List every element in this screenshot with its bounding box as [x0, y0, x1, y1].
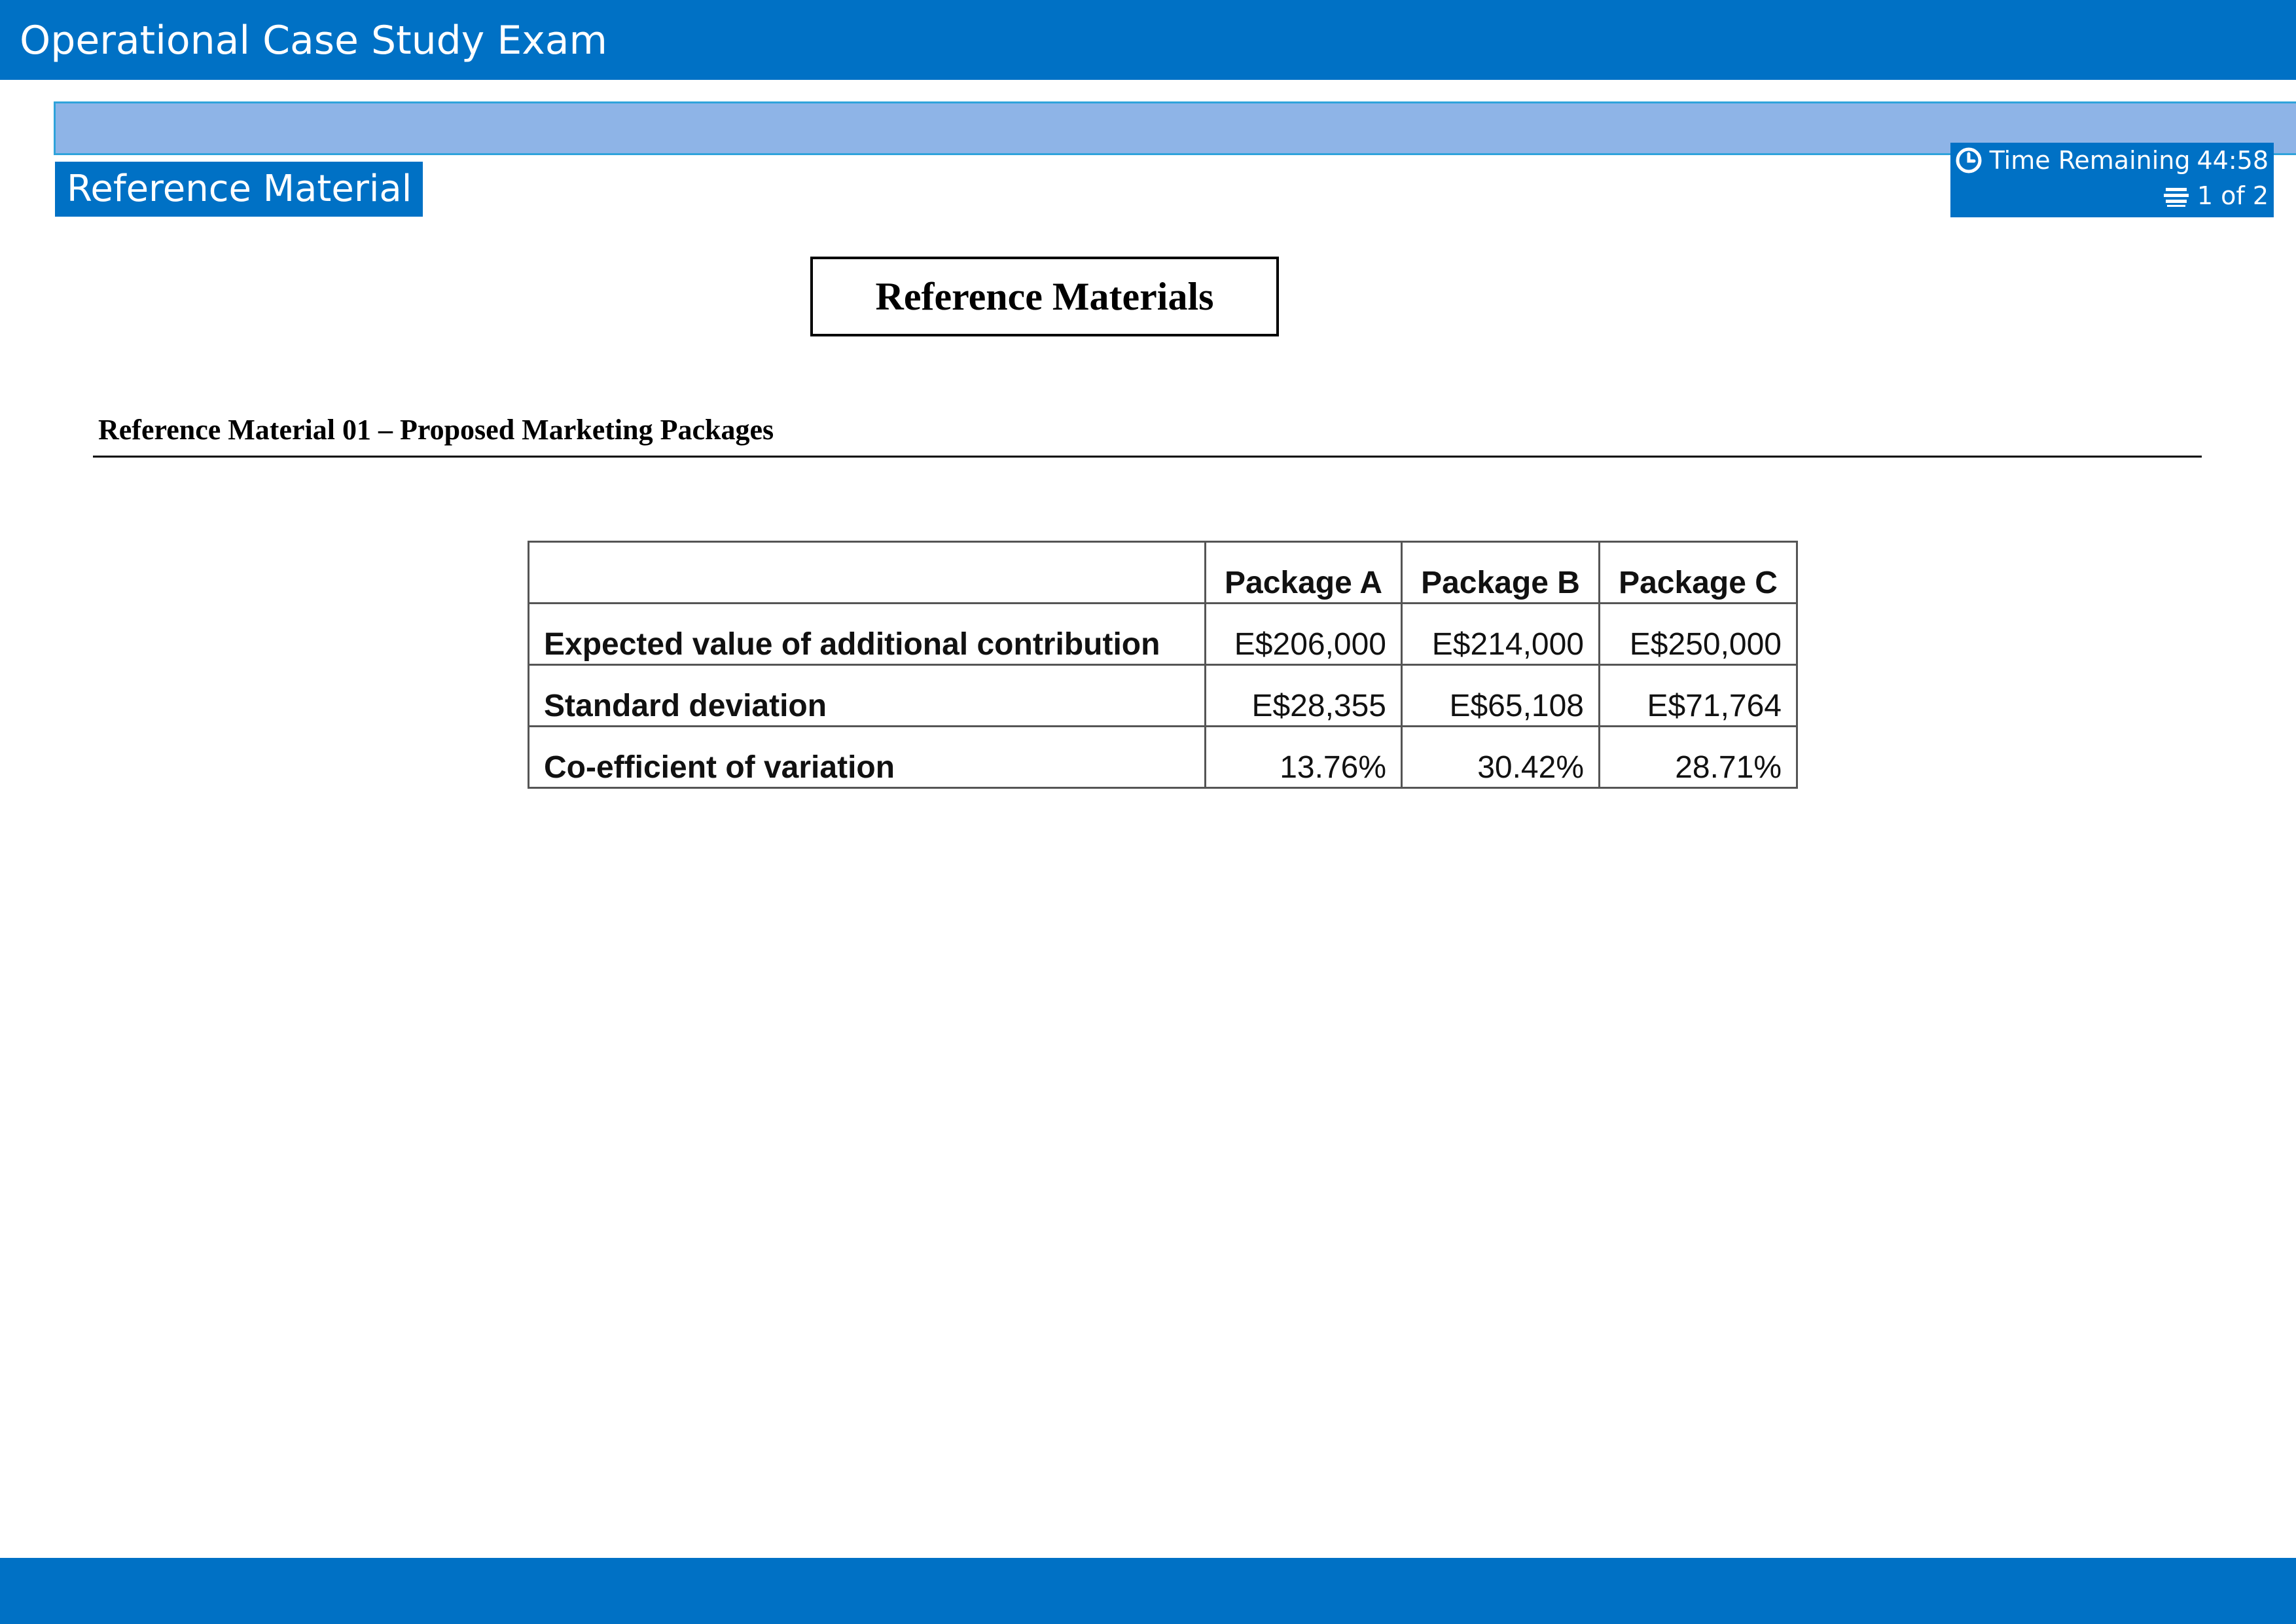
marketing-packages-table: Package A Package B Package C Expected v…: [528, 541, 1798, 789]
table-header-row: Package A Package B Package C: [528, 541, 1798, 604]
table-cell: 13.76%: [1204, 725, 1403, 789]
table-cell: 30.42%: [1401, 725, 1600, 789]
app-footer: [0, 1558, 2296, 1624]
time-remaining-label: Time Remaining: [1989, 146, 2191, 175]
table-row: Co-efficient of variation 13.76% 30.42% …: [528, 725, 1798, 789]
row-label: Co-efficient of variation: [528, 725, 1206, 789]
table-cell: E$65,108: [1401, 664, 1600, 727]
table-cell: E$250,000: [1598, 602, 1798, 666]
page-indicator: 1 of 2: [2197, 181, 2269, 210]
pages-icon: [2163, 188, 2189, 207]
table-header-cell: Package C: [1598, 541, 1798, 604]
table-cell: E$206,000: [1204, 602, 1403, 666]
section-divider: [93, 456, 2202, 458]
table-row: Expected value of additional contributio…: [528, 602, 1798, 666]
table-header-cell: Package A: [1204, 541, 1403, 604]
app-header: Operational Case Study Exam: [0, 0, 2296, 80]
table-header-cell: [528, 541, 1206, 604]
table-cell: 28.71%: [1598, 725, 1798, 789]
section-heading: Reference Material 01 – Proposed Marketi…: [98, 414, 774, 446]
page-title: Reference Materials: [810, 257, 1279, 336]
table-cell: E$214,000: [1401, 602, 1600, 666]
page-indicator-row: 1 of 2: [1950, 178, 2269, 213]
clock-icon: [1956, 147, 1982, 173]
table-cell: E$28,355: [1204, 664, 1403, 727]
reference-material-tab[interactable]: Reference Material: [55, 162, 423, 217]
row-label: Standard deviation: [528, 664, 1206, 727]
table-row: Standard deviation E$28,355 E$65,108 E$7…: [528, 664, 1798, 727]
time-remaining-value: 44:58: [2197, 146, 2269, 175]
row-label: Expected value of additional contributio…: [528, 602, 1206, 666]
table-cell: E$71,764: [1598, 664, 1798, 727]
app-title: Operational Case Study Exam: [20, 18, 607, 63]
status-panel: Time Remaining 44:58 1 of 2: [1950, 143, 2274, 217]
time-remaining-row: Time Remaining 44:58: [1950, 143, 2269, 178]
table-header-cell: Package B: [1401, 541, 1600, 604]
